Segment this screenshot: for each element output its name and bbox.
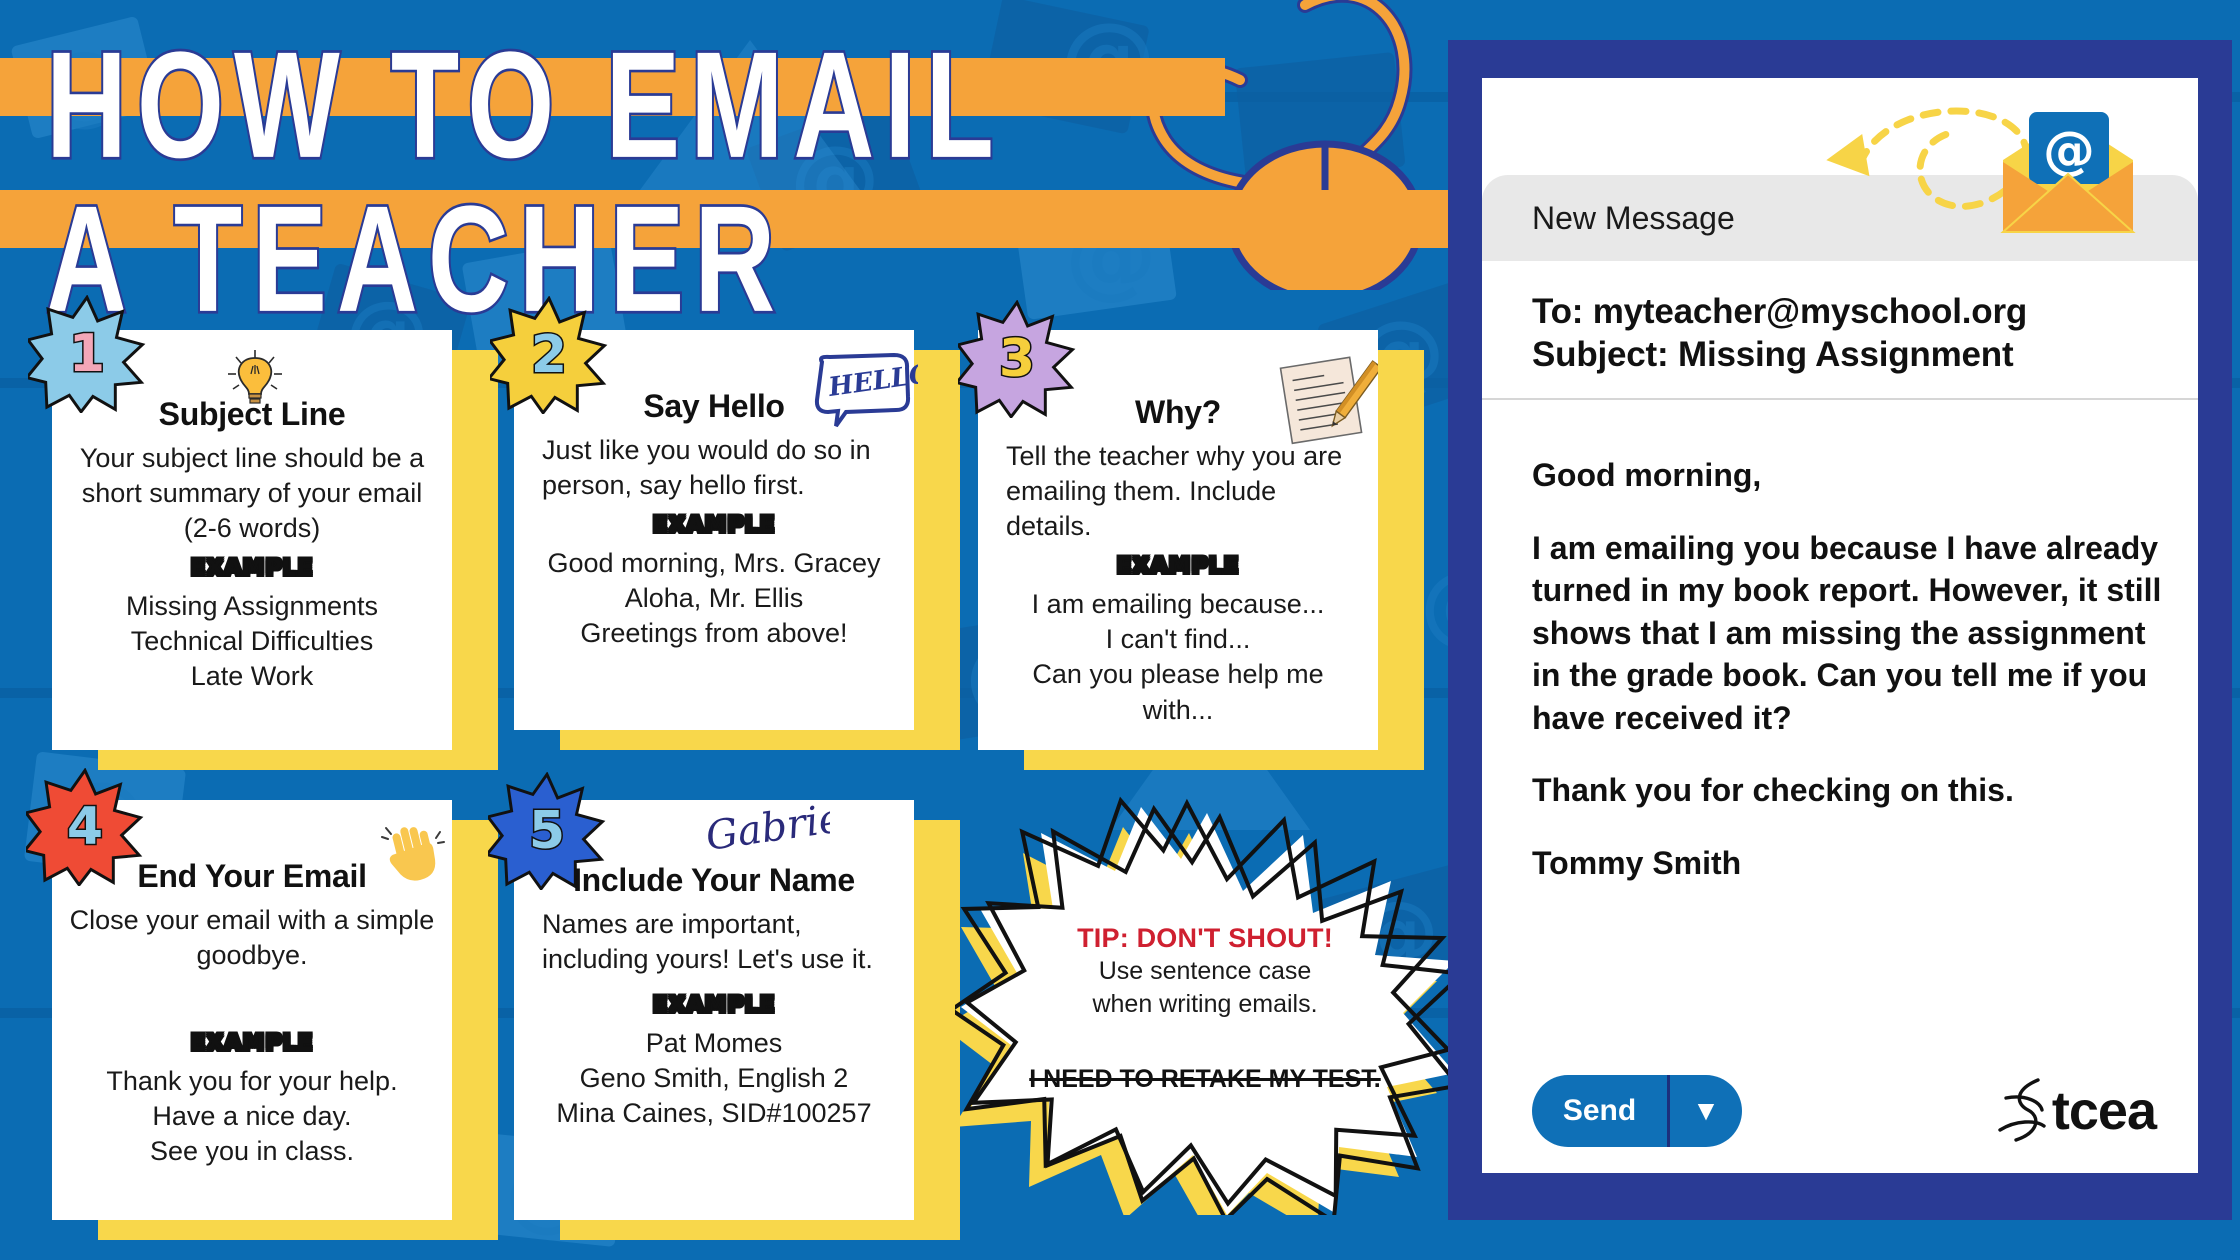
tip-burst: TIP: DON'T SHOUT! Use sentence case when…	[955, 795, 1455, 1215]
card-2-body: Just like you would do so in person, say…	[542, 435, 871, 501]
card-5-example-line: Mina Caines, SID#100257	[556, 1098, 872, 1129]
signature-text: Gabriel	[703, 800, 830, 860]
email-body-text[interactable]: Good morning, I am emailing you because …	[1482, 432, 2198, 884]
card-3-example-line: Can you please help me with...	[1032, 659, 1324, 725]
email-body-paragraph: Thank you for checking on this.	[1532, 772, 2014, 809]
tcea-wordmark: tcea	[2051, 1081, 2157, 1141]
card-1-example-line: Missing Assignments	[125, 591, 379, 622]
card-2-example-label: EXAMPLE	[651, 512, 776, 540]
card-3-examples: I am emailing because... I can't find...…	[994, 587, 1362, 727]
email-body-paragraph: I am emailing you because I have already…	[1532, 529, 2162, 736]
card-4-example-label: EXAMPLE	[189, 1030, 314, 1058]
tip-subtitle-line-1: Use sentence case	[1098, 957, 1312, 985]
card-3-heading: Why?	[1135, 394, 1221, 430]
card-4-example-line: Have a nice day.	[152, 1101, 352, 1132]
card-1-examples: Missing Assignments Technical Difficulti…	[126, 589, 378, 694]
card-1-example-label: EXAMPLE	[189, 555, 314, 583]
card-2-example-line: Aloha, Mr. Ellis	[624, 583, 804, 614]
email-body-paragraph: Good morning,	[1532, 457, 1762, 493]
card-4-example-line: Thank you for your help.	[106, 1066, 398, 1097]
tip-title: TIP: DON'T SHOUT!	[1077, 923, 1333, 953]
email-header-fields: To: myteacher@myschool.org Subject: Miss…	[1482, 261, 2198, 401]
card-5-body: Names are important, including yours! Le…	[542, 909, 873, 975]
title-line-2: A TEACHER	[44, 174, 786, 344]
send-button[interactable]: Send ▼	[1532, 1075, 1742, 1147]
card-4-body: Close your email with a simple goodbye.	[69, 905, 435, 971]
card-5-example-line: Pat Momes	[645, 1028, 783, 1059]
card-1-example-line: Technical Difficulties	[130, 626, 374, 657]
card-4-number: 4	[65, 796, 104, 859]
card-2-example-line: Greetings from above!	[580, 618, 848, 649]
tip-struck-example: I NEED TO RETAKE MY TEST.	[1029, 1064, 1381, 1093]
email-subject-field[interactable]: Subject: Missing Assignment	[1532, 334, 2168, 377]
waving-hand-icon	[378, 818, 448, 888]
card-3-example-line: I am emailing because...	[1031, 589, 1325, 620]
card-3-example-label: EXAMPLE	[1115, 553, 1240, 581]
chevron-down-icon[interactable]: ▼	[1670, 1095, 1742, 1127]
card-4-heading: End Your Email	[137, 858, 367, 894]
title-line-1: HOW TO EMAIL	[44, 20, 1004, 190]
card-3-number: 3	[997, 328, 1036, 391]
card-1-number: 1	[67, 323, 106, 386]
card-4-number-star: 4	[26, 768, 144, 886]
lightbulb-icon	[222, 348, 288, 408]
note-and-pencil-icon	[1268, 350, 1383, 450]
card-4-examples: Thank you for your help. Have a nice day…	[106, 1064, 397, 1169]
card-2-examples: Good morning, Mrs. Gracey Aloha, Mr. Ell…	[547, 546, 880, 651]
card-4-example-line: See you in class.	[149, 1136, 355, 1167]
card-2-number-star: 2	[490, 296, 608, 414]
card-5-examples: Pat Momes Geno Smith, English 2 Mina Cai…	[556, 1026, 871, 1131]
infographic-canvas: @ @ @ @ @ @ @ @ @ @ @ @ @ @ @ @ HOW TO E…	[0, 0, 2240, 1260]
tcea-logo: tcea	[1996, 1076, 2157, 1146]
send-button-label: Send	[1532, 1075, 1670, 1147]
card-1-example-line: Late Work	[190, 661, 314, 692]
signature-icon: Gabriel	[700, 794, 858, 872]
new-message-label: New Message	[1532, 199, 1735, 236]
open-envelope-at-icon: @	[1993, 112, 2143, 242]
card-3-example-line: I can't find...	[1105, 624, 1251, 655]
email-body-paragraph: Tommy Smith	[1532, 844, 1742, 881]
at-symbol: @	[2043, 121, 2095, 181]
card-2-heading: Say Hello	[643, 388, 785, 424]
page-title: HOW TO EMAIL A TEACHER	[0, 20, 1480, 337]
email-to-field[interactable]: To: myteacher@myschool.org	[1532, 291, 2168, 334]
card-5-example-label: EXAMPLE	[651, 992, 776, 1020]
email-footer: Send ▼ tcea	[1532, 1075, 2172, 1147]
card-1-body: Your subject line should be a short summ…	[79, 443, 425, 544]
card-3-number-star: 3	[958, 300, 1076, 418]
card-5-number: 5	[527, 800, 566, 863]
card-2-example-line: Good morning, Mrs. Gracey	[547, 548, 881, 579]
hello-speech-bubble-icon: HELLO!	[808, 352, 945, 432]
card-1-number-star: 1	[28, 295, 146, 413]
card-5-example-line: Geno Smith, English 2	[579, 1063, 849, 1094]
card-3-body: Tell the teacher why you are emailing th…	[1006, 441, 1343, 542]
card-5-number-star: 5	[488, 772, 606, 890]
tcea-mark-icon	[1998, 1078, 2046, 1142]
card-2-number: 2	[529, 324, 568, 387]
tip-burst-text: TIP: DON'T SHOUT! Use sentence case when…	[955, 923, 1455, 1094]
tip-subtitle-line-2: when writing emails.	[1092, 990, 1318, 1019]
